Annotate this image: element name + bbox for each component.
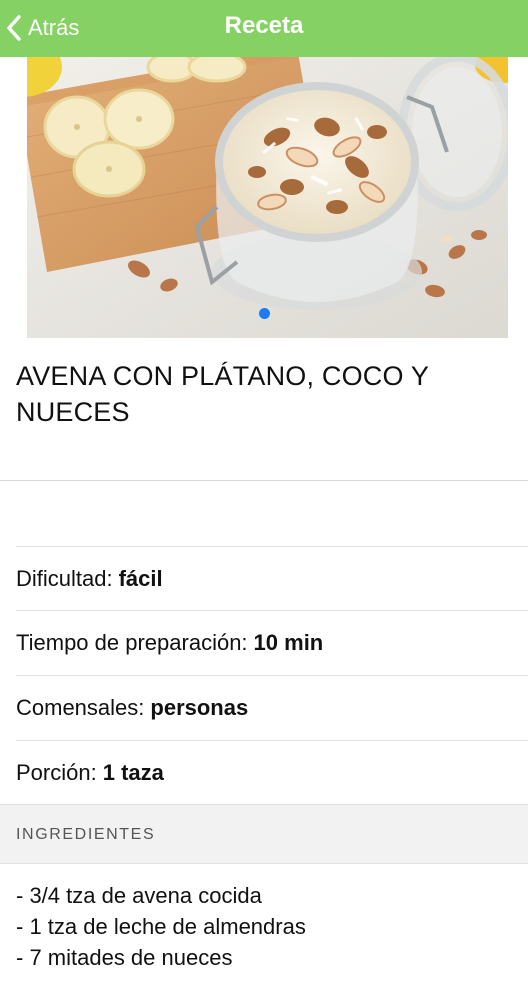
detail-label: Dificultad: — [16, 565, 113, 591]
list-item: - 7 mitades de nueces — [16, 945, 233, 970]
detail-row-prep-time: Tiempo de preparación: 10 min — [16, 610, 528, 674]
detail-row-servings: Comensales: personas — [16, 675, 528, 739]
navigation-bar: Atrás Receta — [0, 0, 528, 57]
detail-value: fácil — [118, 565, 163, 591]
detail-row-portion: Porción: 1 taza — [16, 740, 528, 804]
detail-value: 10 min — [253, 629, 324, 655]
list-item: - 1 tza de leche de almendras — [16, 914, 306, 939]
detail-value: personas — [150, 694, 249, 720]
ingredients-list: - 3/4 tza de avena cocida - 1 tza de lec… — [16, 880, 516, 973]
divider — [0, 480, 528, 481]
recipe-photo[interactable] — [27, 57, 508, 338]
detail-row-difficulty: Dificultad: fácil — [16, 546, 528, 610]
detail-label: Comensales: — [16, 694, 145, 720]
carousel-dot-active[interactable] — [258, 308, 270, 319]
ingredients-section-header: INGREDIENTES — [0, 804, 528, 864]
carousel-pager[interactable] — [0, 308, 528, 320]
section-header-label: INGREDIENTES — [16, 826, 156, 843]
recipe-title: AVENA CON PLÁTANO, COCO Y NUECES — [16, 361, 429, 427]
page-title: Receta — [224, 12, 304, 39]
detail-value: 1 taza — [102, 759, 164, 785]
detail-label: Porción: — [16, 759, 97, 785]
list-item: - 3/4 tza de avena cocida — [16, 883, 262, 908]
detail-label: Tiempo de preparación: — [16, 629, 248, 655]
